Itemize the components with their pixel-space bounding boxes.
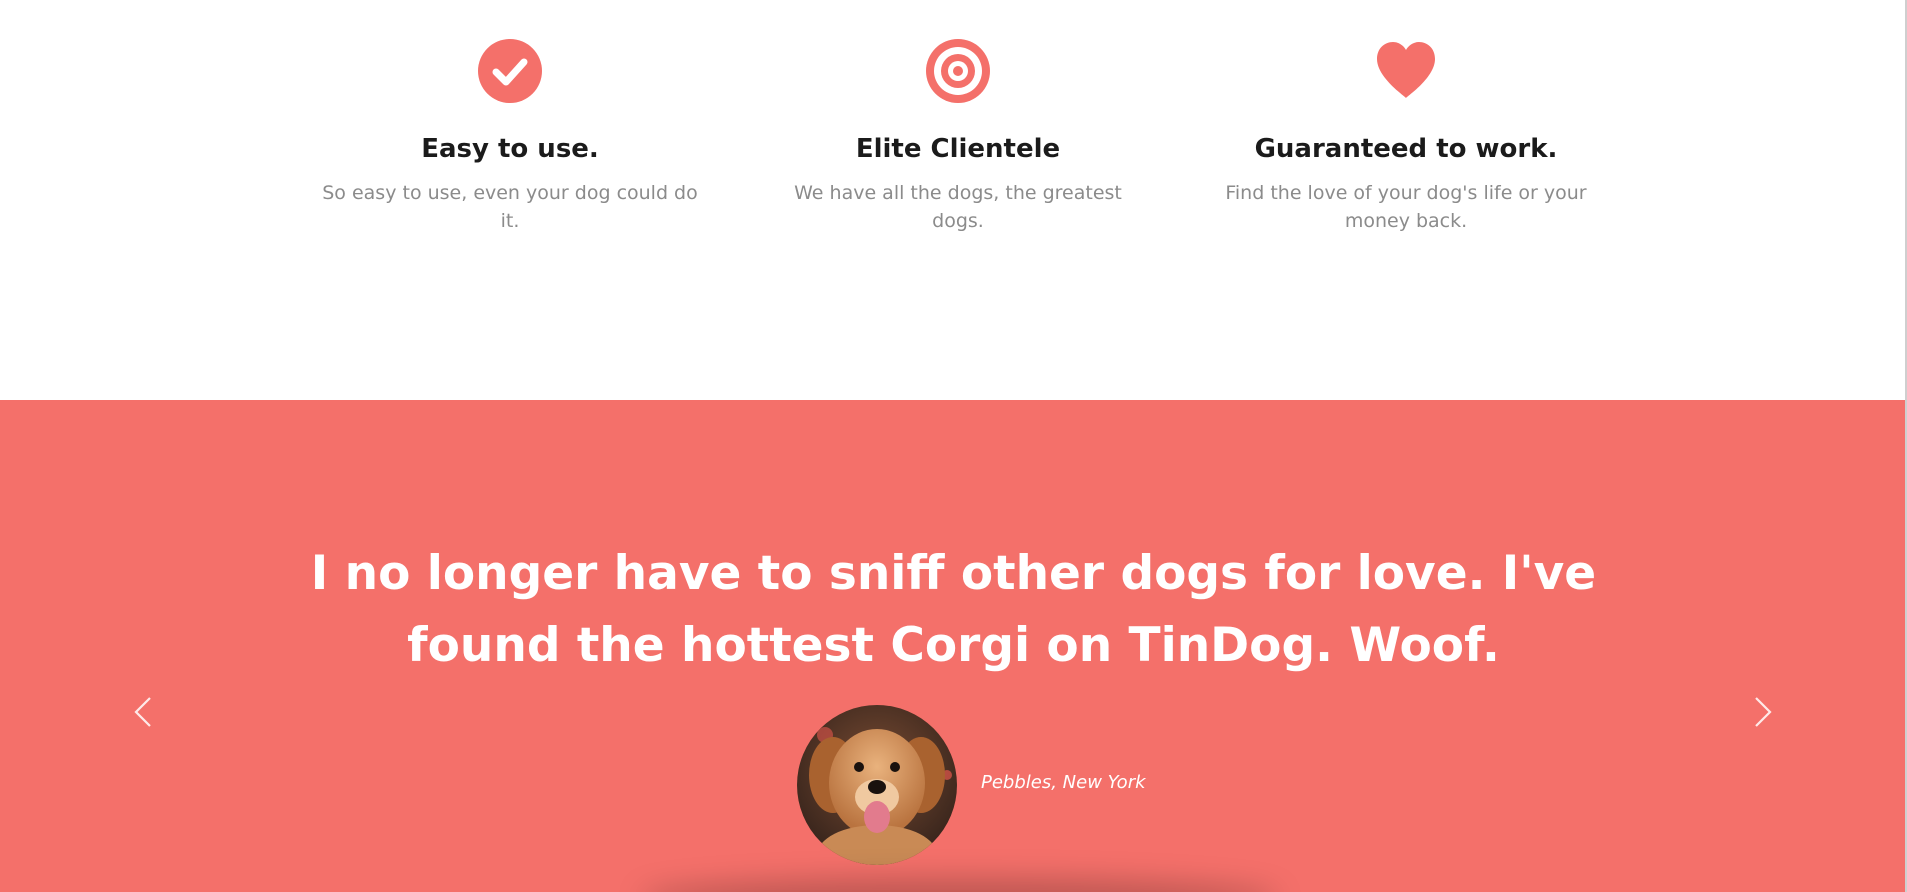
testimonial-quote: I no longer have to sniff other dogs for… xyxy=(310,546,1597,673)
feature-guaranteed: Guaranteed to work. Find the love of you… xyxy=(1196,38,1616,235)
bullseye-icon xyxy=(926,39,990,103)
avatar xyxy=(797,705,957,865)
feature-title: Elite Clientele xyxy=(855,134,1061,164)
chevron-left-icon[interactable] xyxy=(124,692,164,732)
chevron-right-icon[interactable] xyxy=(1742,692,1782,732)
feature-title: Easy to use. xyxy=(421,134,599,164)
feature-description: So easy to use, even your dog could do i… xyxy=(322,182,698,233)
feature-elite-clientele: Elite Clientele We have all the dogs, th… xyxy=(748,38,1168,235)
shadow xyxy=(640,878,1280,892)
feature-title: Guaranteed to work. xyxy=(1254,134,1558,164)
feature-easy-to-use: Easy to use. So easy to use, even your d… xyxy=(300,38,720,235)
check-circle-icon xyxy=(478,39,542,103)
heart-icon xyxy=(1377,42,1435,98)
testimonial-author: Pebbles, New York xyxy=(981,772,1146,793)
features-section: Easy to use. So easy to use, even your d… xyxy=(0,0,1907,400)
testimonial-section: I no longer have to sniff other dogs for… xyxy=(0,400,1907,892)
feature-description: Find the love of your dog's life or your… xyxy=(1225,182,1587,233)
feature-description: We have all the dogs, the greatest dogs. xyxy=(794,182,1122,233)
